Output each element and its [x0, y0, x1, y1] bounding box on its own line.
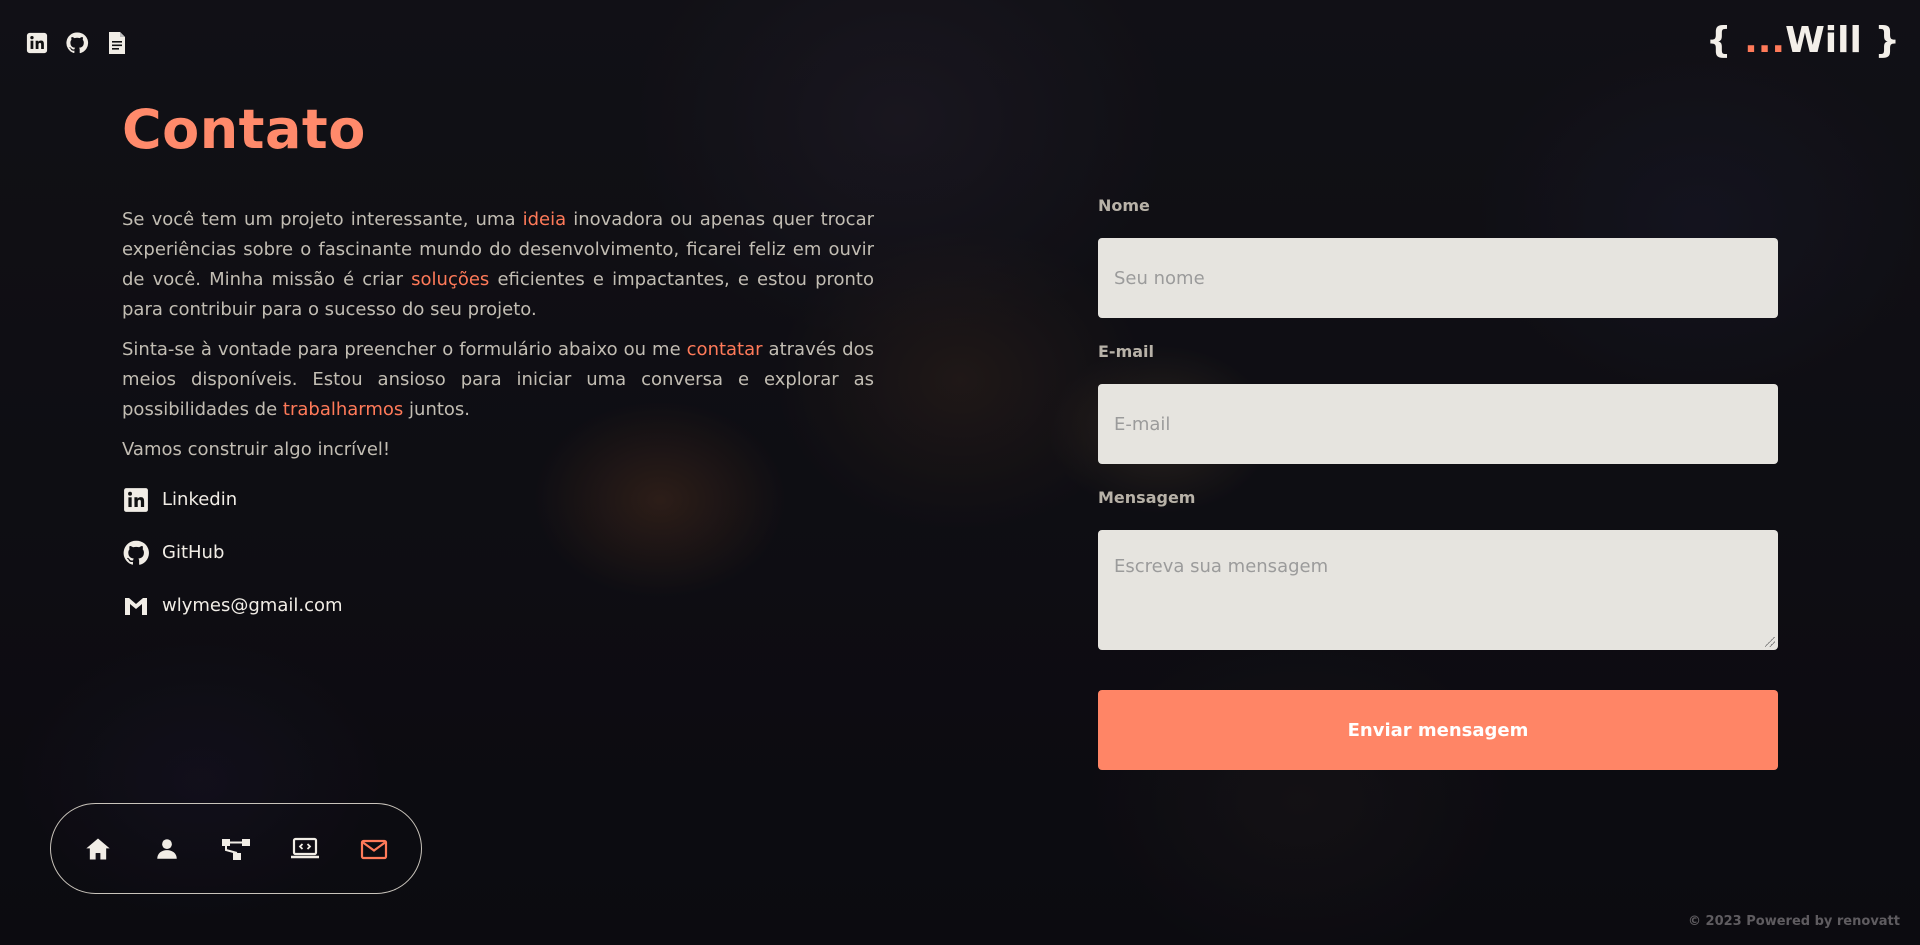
highlight-solucoes: soluções	[411, 269, 490, 290]
github-link[interactable]: GitHub	[122, 526, 874, 579]
contact-section: Contato Se você tem um projeto interessa…	[122, 98, 874, 632]
name-placeholder: Seu nome	[1114, 267, 1205, 289]
brand-close-brace: }	[1861, 20, 1900, 61]
intro-text-1: Se você tem um projeto interessante, uma	[122, 209, 523, 230]
brand-name: Will	[1785, 20, 1862, 61]
intro-paragraph: Se você tem um projeto interessante, uma…	[122, 205, 874, 325]
send-message-button[interactable]: Enviar mensagem	[1098, 690, 1778, 770]
linkedin-link[interactable]: Linkedin	[122, 473, 874, 526]
linkedin-link-label: Linkedin	[162, 489, 238, 510]
closing-line: Vamos construir algo incrível!	[122, 439, 391, 460]
bottom-nav-dock	[50, 803, 422, 894]
email-label: E-mail	[1098, 342, 1155, 361]
message-label: Mensagem	[1098, 488, 1196, 507]
highlight-ideia: ideia	[522, 209, 567, 230]
resize-handle[interactable]	[1765, 637, 1775, 647]
name-label: Nome	[1098, 196, 1150, 215]
brand-dots: ...	[1744, 20, 1786, 61]
name-input[interactable]: Seu nome	[1098, 238, 1778, 318]
brand-logo[interactable]: { ...Will }	[1706, 20, 1900, 61]
linkedin-icon[interactable]	[24, 30, 50, 56]
contact-links: Linkedin GitHub wlymes@gmail.com	[122, 473, 874, 632]
projects-icon[interactable]	[288, 832, 322, 866]
gmail-icon	[122, 592, 150, 620]
home-icon[interactable]	[81, 832, 115, 866]
brand-open-brace: {	[1705, 20, 1745, 61]
email-link[interactable]: wlymes@gmail.com	[122, 579, 874, 632]
contact-form: Nome Seu nome E-mail E-mail Mensagem Esc…	[1098, 196, 1778, 770]
document-icon[interactable]	[104, 30, 130, 56]
user-icon[interactable]	[150, 832, 184, 866]
message-placeholder: Escreva sua mensagem	[1114, 556, 1329, 577]
footer-credit: © 2023 Powered by renovatt	[1688, 914, 1900, 929]
email-link-label: wlymes@gmail.com	[162, 595, 343, 616]
mail-icon[interactable]	[357, 832, 391, 866]
github-icon[interactable]	[64, 30, 90, 56]
github-link-label: GitHub	[162, 542, 225, 563]
message-textarea[interactable]: Escreva sua mensagem	[1098, 530, 1778, 650]
top-social-bar	[24, 30, 130, 56]
page-title: Contato	[122, 98, 366, 161]
linkedin-icon	[122, 486, 150, 514]
email-input[interactable]: E-mail	[1098, 384, 1778, 464]
skills-icon[interactable]	[219, 832, 253, 866]
highlight-trabalharmos: trabalharmos	[282, 399, 404, 420]
github-icon	[122, 539, 150, 567]
invite-text-3: juntos.	[403, 399, 471, 420]
highlight-contatar: contatar	[686, 339, 763, 360]
invite-paragraph: Sinta-se à vontade para preencher o form…	[122, 335, 874, 425]
email-placeholder: E-mail	[1114, 413, 1171, 435]
invite-text-1: Sinta-se à vontade para preencher o form…	[122, 339, 687, 360]
